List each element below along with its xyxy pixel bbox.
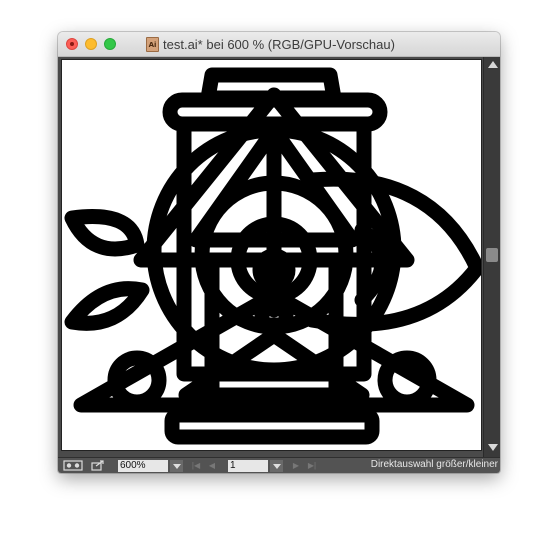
zoom-dropdown-chevron-down-icon[interactable] bbox=[170, 460, 183, 472]
artboard[interactable] bbox=[61, 59, 482, 451]
scroll-up-arrow-icon[interactable] bbox=[488, 61, 498, 68]
scroll-thumb[interactable] bbox=[486, 248, 498, 262]
first-artboard-icon[interactable]: |◀ bbox=[190, 460, 202, 472]
title-bar[interactable]: Ai test.ai* bei 600 % (RGB/GPU-Vorschau) bbox=[58, 32, 500, 57]
pasteboard[interactable] bbox=[58, 57, 483, 457]
document-window: Ai test.ai* bei 600 % (RGB/GPU-Vorschau) bbox=[58, 32, 500, 473]
status-bar: 600% |◀ ◀ 1 ▶ ▶| Direktauswahl größer/kl… bbox=[58, 457, 500, 473]
artboard-dropdown-chevron-down-icon[interactable] bbox=[270, 460, 283, 472]
artboard-navigator-icon[interactable] bbox=[63, 460, 83, 471]
status-info-text[interactable]: Direktauswahl größer/kleiner bbox=[371, 459, 498, 470]
next-artboard-icon[interactable]: ▶ bbox=[290, 460, 302, 472]
artwork[interactable] bbox=[62, 60, 481, 450]
previous-artboard-icon[interactable]: ◀ bbox=[206, 460, 218, 472]
vertical-scrollbar[interactable] bbox=[483, 57, 500, 457]
window-title: Ai test.ai* bei 600 % (RGB/GPU-Vorschau) bbox=[146, 36, 395, 52]
zoom-button[interactable] bbox=[104, 38, 116, 50]
share-export-icon[interactable] bbox=[91, 460, 105, 471]
artboard-number-field[interactable]: 1 bbox=[228, 460, 268, 472]
last-artboard-icon[interactable]: ▶| bbox=[306, 460, 318, 472]
window-title-text: test.ai* bei 600 % (RGB/GPU-Vorschau) bbox=[163, 36, 395, 52]
zoom-level-field[interactable]: 600% bbox=[118, 460, 168, 472]
close-button[interactable] bbox=[66, 38, 78, 50]
minimize-button[interactable] bbox=[85, 38, 97, 50]
scroll-down-arrow-icon[interactable] bbox=[488, 444, 498, 451]
document-proxy-icon[interactable]: Ai bbox=[146, 36, 159, 52]
